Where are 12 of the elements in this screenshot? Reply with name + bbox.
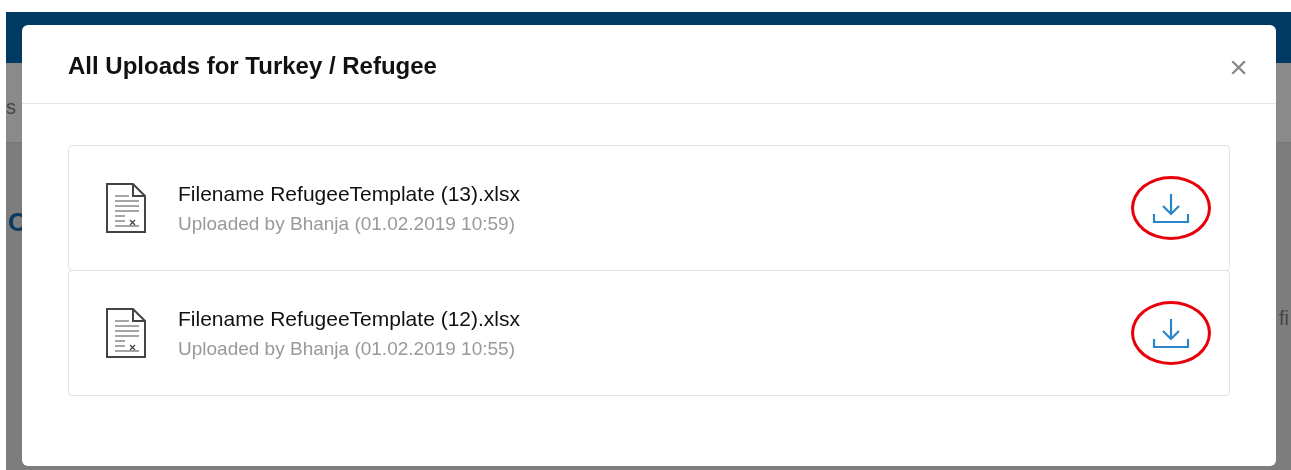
file-name: Filename RefugeeTemplate (13).xlsx <box>178 181 521 207</box>
document-icon <box>105 182 147 234</box>
background-text: fi <box>1279 306 1289 331</box>
upload-info: Uploaded by Bhanja (01.02.2019 10:59) <box>178 211 516 236</box>
dialog-title: All Uploads for Turkey / Refugee <box>68 51 437 81</box>
background-text: s <box>6 95 16 120</box>
document-icon <box>105 307 147 359</box>
download-icon <box>1152 317 1190 349</box>
close-button[interactable]: × <box>1229 45 1248 83</box>
file-name: Filename RefugeeTemplate (12).xlsx <box>178 306 521 332</box>
download-icon <box>1152 192 1190 224</box>
upload-info: Uploaded by Bhanja (01.02.2019 10:55) <box>178 336 516 361</box>
